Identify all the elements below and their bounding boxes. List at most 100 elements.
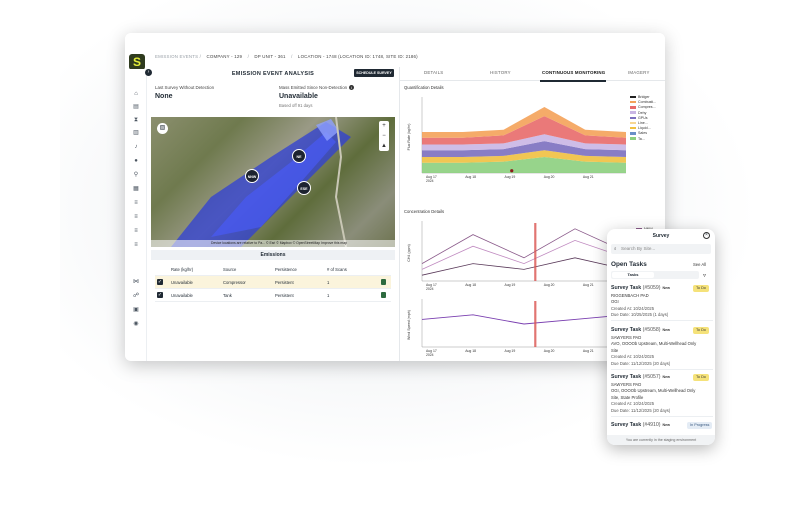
environment-banner: You are currently in the staging environ… (607, 435, 715, 445)
user-icon[interactable]: ◉ (133, 321, 139, 327)
legend-swatch (630, 95, 636, 99)
row-checkbox[interactable]: ✓ (157, 279, 163, 285)
share-icon[interactable]: ⋈ (133, 279, 139, 285)
task-card[interactable]: Survey Task (#4910) New In Progress (611, 422, 713, 431)
x-tick-label: Aug 21 (583, 349, 594, 353)
zoom-controls[interactable]: + − ▲ (379, 121, 389, 151)
bicycle-icon[interactable]: ⚲ (133, 172, 139, 178)
task-due: Due Date: 11/12/2025 (20 days) (611, 360, 671, 366)
task-card[interactable]: Survey Task (#5057) New To Do SAWYERS PAD… (611, 374, 713, 417)
row-checkbox[interactable]: ✓ (157, 292, 163, 298)
legend-swatch (630, 106, 636, 109)
segment-tasks[interactable]: Tasks (612, 272, 654, 278)
filter-icon[interactable]: ▿ (703, 272, 706, 279)
breadcrumb-unit[interactable]: DP UNIT - 361 (254, 54, 285, 59)
map-pin-nnw[interactable]: NNW (245, 169, 259, 183)
tab-continuous-monitoring[interactable]: CONTINUOUS MONITORING (542, 70, 605, 75)
schedule-survey-button[interactable]: SCHEDULE SURVEY (354, 69, 394, 77)
compass-icon[interactable]: ▲ (379, 141, 389, 151)
legend-item[interactable]: Ta... (630, 137, 656, 142)
breadcrumb-location: LOCATION - 1748 (LOCATION ID: 1748, SITE… (297, 54, 418, 59)
new-badge: New (662, 375, 670, 379)
task-card[interactable]: Survey Task (#5059) New To Do RIGGENBACH … (611, 285, 713, 321)
users-icon[interactable]: ☍ (133, 293, 139, 299)
x-tick-label: Aug 20 (544, 283, 555, 287)
close-icon[interactable]: × (703, 232, 710, 239)
last-survey-stat: Last Survey Without Detection None (155, 85, 214, 100)
plume-overlay (171, 117, 351, 247)
calendar-icon[interactable]: ▦ (133, 186, 139, 192)
bell-icon[interactable]: ♪ (133, 144, 139, 150)
wind-speed-chart[interactable]: Wind Speed (mph)Aug 172024Aug 18 Aug 19 Au… (406, 295, 628, 359)
see-all-link[interactable]: See All (693, 262, 706, 267)
chart-icon[interactable]: ▥ (133, 130, 139, 136)
info-icon[interactable]: i (349, 85, 355, 90)
x-tick-label: Aug 18 (465, 349, 476, 353)
list-icon[interactable]: ≡ (133, 228, 139, 234)
status-badge: To Do (693, 374, 709, 381)
line-series (421, 257, 627, 276)
legend-swatch (630, 132, 636, 135)
search-icon: ⌕ (614, 246, 617, 251)
home-icon[interactable]: ⌂ (133, 91, 139, 97)
list-icon[interactable]: ≡ (133, 200, 139, 206)
row-scans: 1 (327, 293, 330, 298)
row-persistence: Persistent (275, 293, 294, 298)
quantification-chart[interactable]: Flux Rate (kg/hr)Aug 172024Aug 18 Aug 19 A… (406, 93, 628, 185)
site-search-input[interactable]: ⌕ Search By Site... (611, 244, 711, 254)
breadcrumb: EMISSION EVENTS / COMPANY - 129 / DP UNI… (155, 54, 418, 59)
task-title: Survey Task (611, 285, 642, 291)
task-segment-control: Tasks (611, 271, 699, 279)
mobile-survey-panel: Survey × ⌕ Search By Site... Open Tasks … (607, 229, 715, 445)
map-pin-ese[interactable]: ESE (297, 181, 311, 195)
task-card[interactable]: Survey Task (#5058) New To Do SAWYERS PAD… (611, 327, 713, 370)
task-title: Survey Task (611, 422, 642, 428)
hourglass-icon[interactable]: ⧗ (133, 117, 139, 123)
col-source[interactable]: Source (223, 267, 236, 272)
document-icon[interactable] (381, 292, 386, 298)
list-icon[interactable]: ≡ (133, 242, 139, 248)
task-method: AVO, OOOOb Upstream, Multi-Wellhead Only (611, 341, 697, 346)
zoom-out-icon[interactable]: − (379, 131, 389, 141)
list-icon[interactable]: ≡ (133, 214, 139, 220)
zoom-in-icon[interactable]: + (379, 121, 389, 131)
quantification-title: Quantification Details (404, 85, 444, 90)
tab-history[interactable]: HISTORY (490, 70, 511, 75)
col-scans[interactable]: # of Scans (327, 267, 347, 272)
table-row[interactable]: ✓ Unavailable Tank Persistent 1 (155, 289, 391, 302)
row-source: Compressor (223, 280, 246, 285)
active-tab-indicator (540, 80, 606, 82)
left-nav: ⌂ ▤ ⧗ ▥ ♪ ● ⚲ ▦ ≡ ≡ ≡ ≡ ⋈ ☍ ▣ ◉ (125, 69, 147, 361)
segment-other[interactable] (657, 272, 697, 278)
legend-label: GPUs (638, 115, 648, 120)
breadcrumb-prefix[interactable]: EMISSION EVENTS / (155, 54, 201, 59)
col-rate[interactable]: Rate (kg/hr) (171, 267, 193, 272)
task-created: Created At: 10/24/2025 (611, 305, 655, 311)
open-tasks-heading: Open Tasks (611, 261, 647, 268)
app-logo[interactable]: S (129, 54, 145, 70)
map-pin-ne[interactable]: NE (292, 149, 306, 163)
new-badge: New (662, 328, 670, 332)
table-row[interactable]: ✓ Unavailable Compressor Persistent 1 (155, 276, 391, 289)
tab-imagery[interactable]: IMAGERY (628, 70, 650, 75)
col-persistence[interactable]: Persistence (275, 267, 297, 272)
layers-icon[interactable]: ▧ (157, 123, 168, 134)
task-method-cont: Site (611, 347, 619, 353)
task-method-cont: Site, State Profile (611, 394, 644, 400)
legend-label: Compres... (638, 105, 656, 110)
task-site: SAWYERS PAD (611, 381, 642, 387)
y-axis-label: CH4 (ppm) (407, 244, 411, 262)
row-persistence: Persistent (275, 280, 294, 285)
legend-swatch (630, 111, 636, 114)
document-icon[interactable] (381, 279, 386, 285)
breadcrumb-company[interactable]: COMPANY - 129 (207, 54, 243, 59)
pin-icon[interactable]: ● (133, 158, 139, 164)
book-icon[interactable]: ▣ (133, 307, 139, 313)
concentration-chart[interactable]: CH4 (ppm)Aug 172024Aug 18 Aug 19 Aug 20 Aug… (406, 217, 628, 293)
mass-emitted-sub: Based off 91 days (279, 103, 313, 108)
table-header: Rate (kg/hr) Source Persistence # of Sca… (155, 263, 391, 276)
satellite-map[interactable]: ▧ NE NNW ESE + − ▲ Device locations are … (151, 117, 395, 247)
tab-details[interactable]: DETAILS (424, 70, 443, 75)
legend-label: Ta... (638, 136, 645, 141)
clipboard-icon[interactable]: ▤ (133, 104, 139, 110)
